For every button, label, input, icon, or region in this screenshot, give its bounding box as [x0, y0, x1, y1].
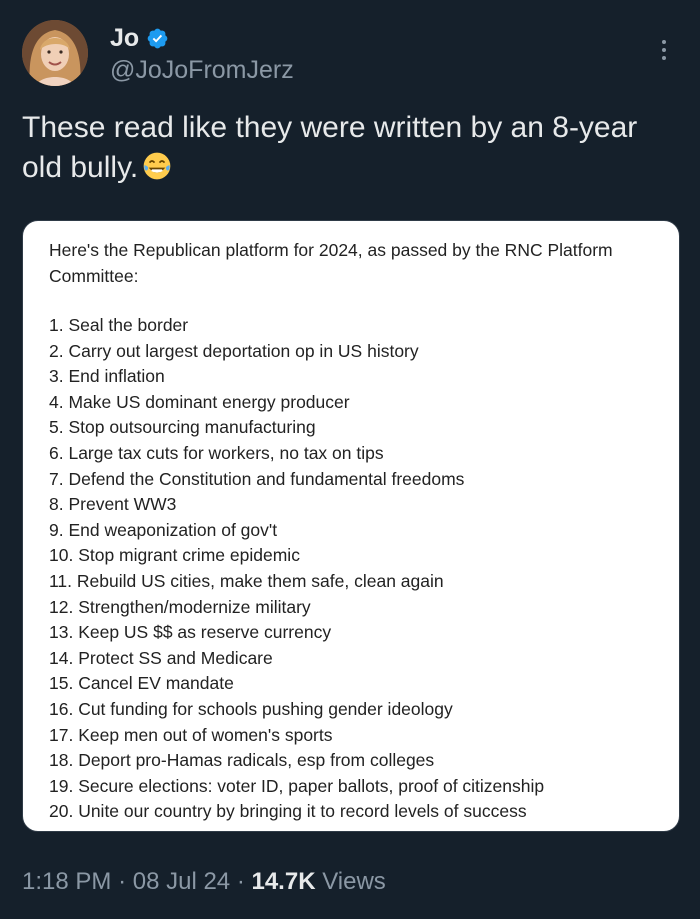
list-item: 16. Cut funding for schools pushing gend… — [49, 698, 453, 719]
post-date[interactable]: 08 Jul 24 — [133, 868, 230, 895]
list-item: 11. Rebuild US cities, make them safe, c… — [49, 570, 444, 591]
list-item: 4. Make US dominant energy producer — [49, 391, 350, 412]
separator: · — [236, 868, 245, 895]
avatar[interactable] — [22, 20, 88, 86]
separator: · — [118, 868, 127, 895]
verified-badge-icon[interactable] — [146, 27, 169, 50]
user-handle[interactable]: @JoJoFromJerz — [110, 56, 294, 85]
face-with-tears-of-joy-emoji-icon — [143, 152, 171, 180]
more-options-icon[interactable] — [660, 40, 668, 64]
display-name[interactable]: Jo — [110, 24, 139, 53]
list-item: 14. Protect SS and Medicare — [49, 647, 273, 668]
tweet-text: These read like they were written by an … — [22, 108, 672, 188]
name-row: Jo — [110, 24, 169, 53]
attached-image-card[interactable]: Here's the Republican platform for 2024,… — [22, 220, 680, 832]
list-item: 2. Carry out largest deportation op in U… — [49, 340, 419, 361]
platform-intro: Here's the Republican platform for 2024,… — [49, 240, 613, 286]
list-item: 17. Keep men out of women's sports — [49, 724, 333, 745]
list-item: 8. Prevent WW3 — [49, 494, 177, 515]
tweet-body: These read like they were written by an … — [22, 111, 638, 184]
tweet-header: Jo @JoJoFromJerz — [22, 20, 678, 92]
tweet-metadata: 1:18 PM · 08 Jul 24 · 14.7K Views — [22, 868, 386, 896]
list-item: 12. Strengthen/modernize military — [49, 596, 311, 617]
views-count[interactable]: 14.7K — [251, 868, 315, 895]
list-item: 20. Unite our country by bringing it to … — [49, 801, 527, 822]
list-item: 7. Defend the Constitution and fundament… — [49, 468, 465, 489]
list-item: 3. End inflation — [49, 366, 165, 387]
views-label: Views — [322, 868, 386, 895]
list-item: 1. Seal the border — [49, 315, 189, 335]
list-item: 6. Large tax cuts for workers, no tax on… — [49, 442, 384, 463]
list-item: 9. End weaponization of gov't — [49, 519, 278, 540]
list-item: 5. Stop outsourcing manufacturing — [49, 417, 316, 438]
platform-list: 1. Seal the border 2. Carry out largest … — [49, 313, 653, 825]
list-item: 10. Stop migrant crime epidemic — [49, 545, 300, 566]
profile-photo-icon — [22, 20, 88, 86]
list-item: 18. Deport pro-Hamas radicals, esp from … — [49, 750, 435, 771]
post-time[interactable]: 1:18 PM — [22, 868, 111, 895]
list-item: 19. Secure elections: voter ID, paper ba… — [49, 775, 545, 796]
list-item: 15. Cancel EV mandate — [49, 673, 234, 694]
list-item: 13. Keep US $$ as reserve currency — [49, 622, 332, 643]
